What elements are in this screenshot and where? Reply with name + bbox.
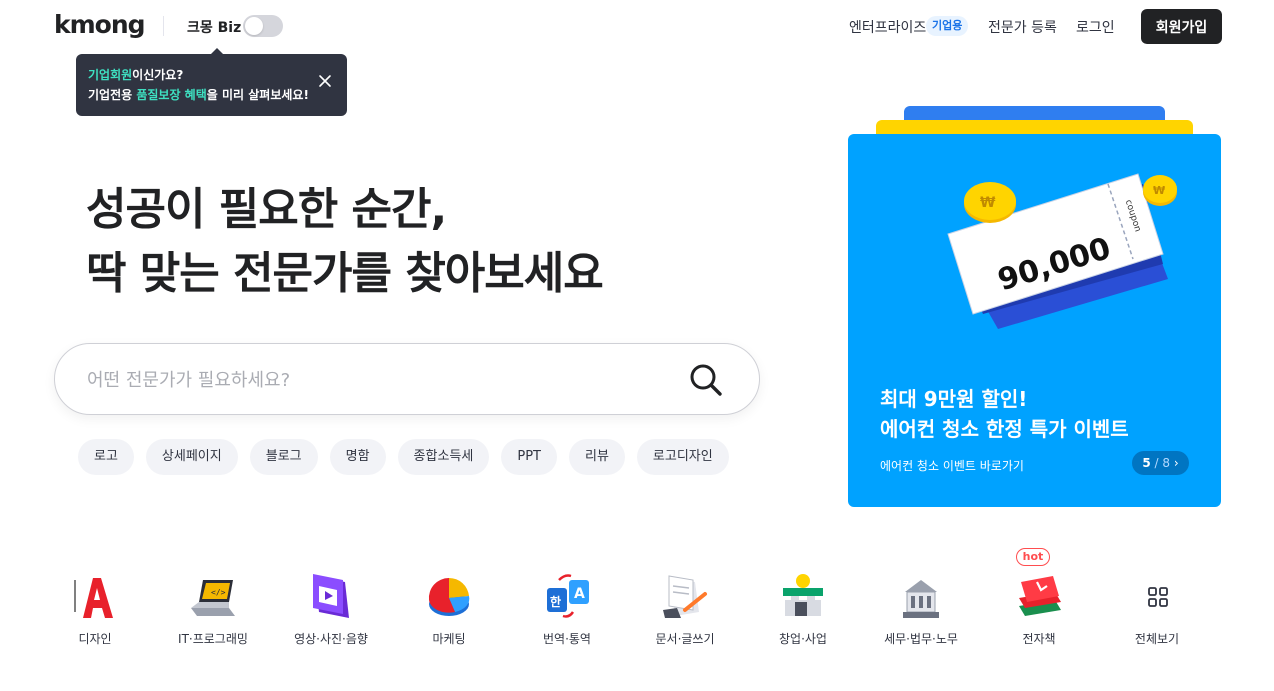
keyword-chip[interactable]: 로고디자인 bbox=[636, 439, 729, 475]
banner-subtitle[interactable]: 에어컨 청소 이벤트 바로가기 bbox=[880, 457, 1024, 474]
category-label: 전자책 bbox=[1022, 632, 1056, 646]
popular-keywords: 로고 상세페이지 블로그 명함 종합소득세 PPT 리뷰 로고디자인 bbox=[78, 439, 729, 475]
category-label: 디자인 bbox=[78, 632, 112, 646]
laptop-icon: </> bbox=[191, 580, 235, 616]
category-label: 번역·통역 bbox=[543, 632, 591, 646]
category-tax-law[interactable]: 세무·법무·노무 bbox=[862, 560, 980, 655]
category-label: IT·프로그래밍 bbox=[178, 632, 248, 646]
header-divider bbox=[163, 16, 164, 36]
biz-label: 크몽 Biz bbox=[187, 20, 242, 36]
category-startup[interactable]: 창업·사업 bbox=[744, 560, 862, 655]
chevron-right-icon: › bbox=[1173, 456, 1179, 470]
svg-text:한: 한 bbox=[550, 594, 561, 609]
ebook-icon bbox=[1019, 576, 1061, 616]
tooltip-highlight-2: 품질보장 혜택 bbox=[136, 88, 207, 102]
tooltip-text-1: 이신가요? bbox=[132, 68, 184, 82]
category-label: 마케팅 bbox=[432, 632, 466, 646]
close-icon[interactable] bbox=[317, 74, 333, 90]
keyword-chip[interactable]: 블로그 bbox=[249, 439, 318, 475]
headline-line2: 딱 맞는 전문가를 찾아보세요 bbox=[86, 248, 604, 299]
svg-text:A: A bbox=[574, 586, 585, 602]
svg-text:</>: </> bbox=[211, 588, 226, 597]
category-ebook[interactable]: hot 전자책 bbox=[980, 548, 1098, 655]
nav-enterprise[interactable]: 엔터프라이즈 bbox=[849, 17, 926, 37]
category-marketing[interactable]: 마케팅 bbox=[390, 560, 508, 655]
category-label: 전체보기 bbox=[1134, 632, 1180, 646]
header: kmong 크몽 Biz 엔터프라이즈 기업용 전문가 등록 로그인 회원가입 bbox=[0, 0, 1274, 52]
category-all[interactable]: 전체보기 bbox=[1098, 560, 1216, 655]
document-pen-icon bbox=[663, 575, 707, 618]
tooltip-line1: 기업회원이신가요? bbox=[88, 65, 335, 85]
design-icon bbox=[74, 578, 113, 618]
coupon-illustration: 90,000 coupon ₩ ₩ bbox=[947, 173, 1177, 329]
kmong-logo[interactable]: kmong bbox=[54, 10, 146, 39]
keyword-chip[interactable]: 명함 bbox=[329, 439, 386, 475]
svg-text:₩: ₩ bbox=[1153, 184, 1165, 197]
keyword-chip[interactable]: 종합소득세 bbox=[397, 439, 490, 475]
category-label: 창업·사업 bbox=[779, 632, 827, 646]
video-icon bbox=[313, 574, 349, 618]
tooltip-line2: 기업전용 품질보장 혜택을 미리 살펴보세요! bbox=[88, 85, 335, 105]
banner-title-line2: 에어컨 청소 한정 특가 이벤트 bbox=[880, 417, 1129, 441]
category-translate[interactable]: 한 A 번역·통역 bbox=[508, 560, 626, 655]
tooltip-text-2a: 기업전용 bbox=[88, 88, 137, 102]
store-icon bbox=[783, 574, 823, 616]
category-video[interactable]: 영상·사진·음향 bbox=[272, 560, 390, 655]
tooltip-text-2b: 을 미리 살펴보세요! bbox=[206, 88, 309, 102]
promo-banner[interactable]: 90,000 coupon ₩ ₩ 최대 9만원 할인! 에어컨 청소 한정 특… bbox=[848, 134, 1221, 507]
tooltip-highlight-1: 기업회원 bbox=[88, 68, 133, 82]
hero-headline: 성공이 필요한 순간, 딱 맞는 전문가를 찾아보세요 bbox=[86, 178, 604, 306]
keyword-chip[interactable]: 로고 bbox=[78, 439, 134, 475]
biz-toggle[interactable] bbox=[243, 15, 283, 37]
search-input[interactable] bbox=[87, 366, 647, 394]
banner-pager[interactable]: 5 / 8 › bbox=[1132, 451, 1189, 475]
biz-toggle-knob bbox=[245, 17, 263, 35]
category-label: 세무·법무·노무 bbox=[884, 632, 958, 646]
banner-title: 최대 9만원 할인! 에어컨 청소 한정 특가 이벤트 bbox=[880, 384, 1129, 444]
category-label: 영상·사진·음향 bbox=[294, 632, 368, 646]
search-icon[interactable] bbox=[687, 361, 725, 399]
search-bar bbox=[54, 343, 760, 415]
enterprise-badge: 기업용 bbox=[926, 16, 969, 36]
banner-title-line1: 최대 9만원 할인! bbox=[880, 387, 1028, 411]
category-label: 문서·글쓰기 bbox=[655, 632, 715, 646]
hot-badge: hot bbox=[1016, 548, 1050, 566]
category-writing[interactable]: 문서·글쓰기 bbox=[626, 560, 744, 655]
pie-chart-icon bbox=[428, 577, 470, 616]
grid-icon bbox=[1148, 587, 1168, 607]
category-it[interactable]: </> IT·프로그래밍 bbox=[154, 560, 272, 655]
keyword-chip[interactable]: PPT bbox=[501, 439, 557, 475]
banner-page-total: / 8 bbox=[1154, 456, 1171, 470]
keyword-chip[interactable]: 상세페이지 bbox=[145, 439, 238, 475]
translate-icon: 한 A bbox=[547, 574, 589, 618]
nav-login[interactable]: 로그인 bbox=[1076, 17, 1115, 37]
category-nav: 디자인 </> IT·프로그래밍 영상·사진·음향 마케팅 한 A 번역·통역 … bbox=[36, 548, 1236, 660]
building-icon bbox=[903, 580, 939, 618]
headline-line1: 성공이 필요한 순간, bbox=[86, 184, 447, 235]
signup-button[interactable]: 회원가입 bbox=[1141, 9, 1222, 44]
category-design[interactable]: 디자인 bbox=[36, 560, 154, 655]
biz-tooltip: 기업회원이신가요? 기업전용 품질보장 혜택을 미리 살펴보세요! bbox=[76, 48, 347, 116]
banner-page-current: 5 bbox=[1142, 456, 1151, 470]
keyword-chip[interactable]: 리뷰 bbox=[568, 439, 625, 475]
svg-text:₩: ₩ bbox=[980, 195, 996, 211]
nav-expert-register[interactable]: 전문가 등록 bbox=[988, 17, 1057, 37]
